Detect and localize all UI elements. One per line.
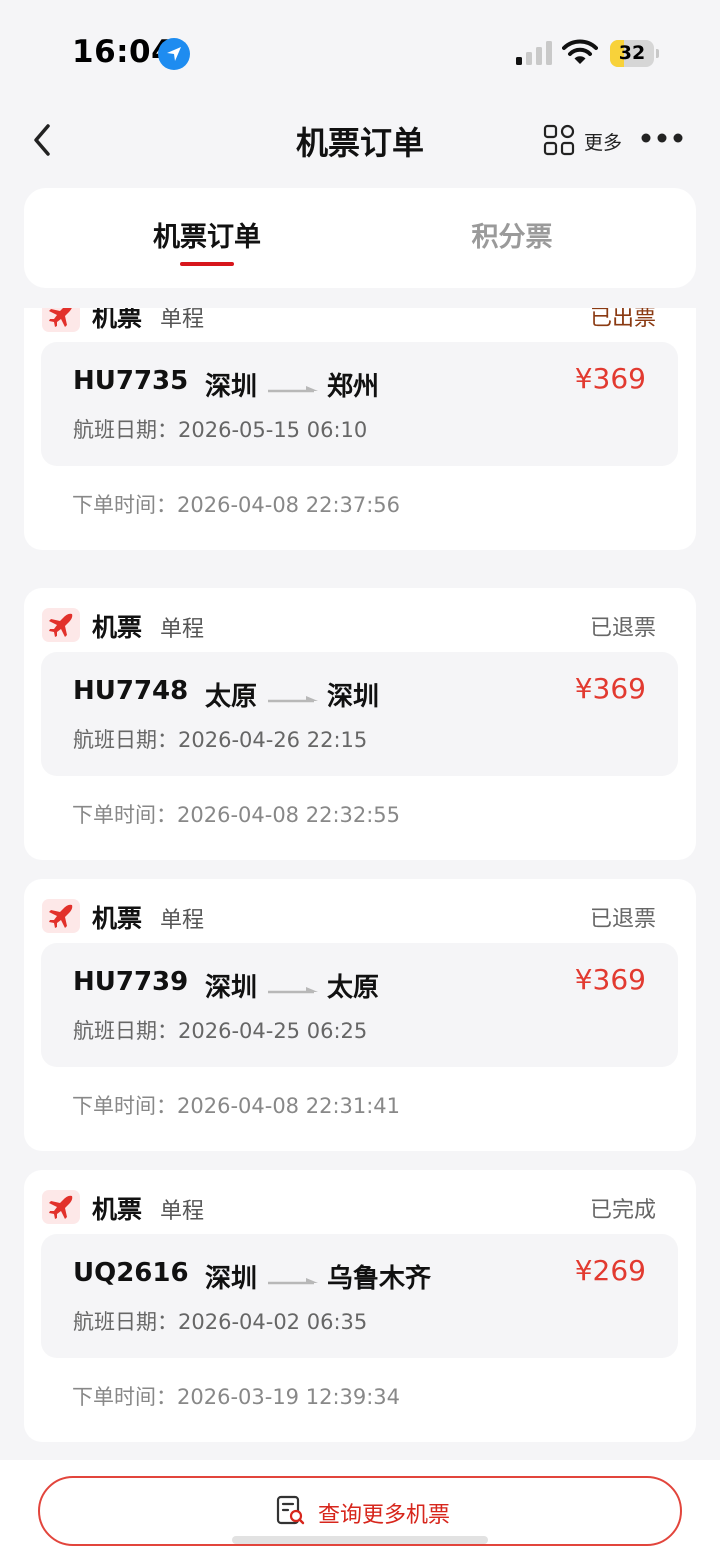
ellipsis-icon[interactable] [640,130,684,150]
flight-number: HU7735 [73,366,189,396]
order-type-tabs: 机票订单 积分票 [24,188,696,288]
order-card[interactable]: 机票 单程 已退票 HU7739 深圳 太原 ¥369 航班日期：2026-04-25 06:… [24,879,696,1151]
plane-icon [42,608,80,642]
ticket-type-label: 机票 [92,1195,143,1224]
trip-type-label: 单程 [160,308,205,332]
order-card[interactable]: 机票 单程 已完成 UQ2616 深圳 乌鲁木齐 ¥269 航班日期：2026-04-02 0… [24,1170,696,1442]
battery-percentage: 32 [618,42,646,64]
query-more-tickets-label: 查询更多机票 [318,1503,451,1528]
route-arrow-icon [268,981,320,1000]
order-status: 已退票 [589,907,656,932]
flight-date: 航班日期：2026-04-02 06:35 [73,1310,368,1334]
trip-type-label: 单程 [160,908,205,933]
flight-number: HU7739 [73,967,189,997]
flight-number: HU7748 [73,676,189,706]
plane-icon [42,308,80,332]
flight-date: 航班日期：2026-05-15 06:10 [73,418,368,442]
order-status: 已完成 [589,1198,656,1223]
order-time: 下单时间：2026-04-08 22:37:56 [72,493,401,517]
ticket-price: ¥369 [574,672,646,705]
active-tab-indicator [180,262,234,266]
order-time: 下单时间：2026-04-08 22:31:41 [72,1094,401,1118]
flight-date: 航班日期：2026-04-26 22:15 [73,728,368,752]
bottom-bar: 查询更多机票 [0,1460,720,1560]
nav-bar: 机票订单 更多 [0,104,720,176]
flight-info[interactable]: HU7748 太原 深圳 ¥369 航班日期：2026-04-26 22:15 [41,652,678,776]
battery-icon: 32 [610,40,659,67]
flight-info[interactable]: UQ2616 深圳 乌鲁木齐 ¥269 航班日期：2026-04-02 06:35 [41,1234,678,1358]
order-time: 下单时间：2026-04-08 22:32:55 [72,803,401,827]
order-time: 下单时间：2026-03-19 12:39:34 [72,1385,401,1409]
order-card[interactable]: 机票 单程 已出票 HU7735 深圳 郑州 ¥369 航班日期：2026-05-15 06:… [24,308,696,550]
ticket-type-label: 机票 [92,308,143,332]
ticket-price: ¥369 [574,362,646,395]
tab-points-tickets[interactable]: 积分票 [344,188,680,288]
more-label[interactable]: 更多 [584,128,622,155]
route-arrow-icon [268,1272,320,1291]
trip-type-label: 单程 [160,1199,205,1224]
ticket-type-label: 机票 [92,613,143,642]
arrival-city: 郑州 [327,372,380,402]
flight-info[interactable]: HU7739 深圳 太原 ¥369 航班日期：2026-04-25 06:25 [41,943,678,1067]
departure-city: 深圳 [205,973,258,1003]
flight-number: UQ2616 [73,1258,189,1288]
ticket-price: ¥369 [574,963,646,996]
arrival-city: 乌鲁木齐 [327,1264,432,1294]
trip-type-label: 单程 [160,617,205,642]
order-card[interactable]: 机票 单程 已退票 HU7748 太原 深圳 ¥369 航班日期：2026-04-26 22:… [24,588,696,860]
plane-icon [42,1190,80,1224]
route-arrow-icon [268,380,320,399]
home-indicator [232,1536,488,1544]
plane-icon [42,899,80,933]
tab-flight-orders[interactable]: 机票订单 [39,188,375,288]
arrival-city: 太原 [327,973,380,1003]
search-document-icon [276,1495,306,1531]
page: 16:04 32 机票订单 更多 机票订单 积分票 机票 单程 已出票 HU77… [0,0,720,1560]
wifi-icon [562,38,598,70]
order-status: 已退票 [589,616,656,641]
flight-info[interactable]: HU7735 深圳 郑州 ¥369 航班日期：2026-05-15 06:10 [41,342,678,466]
route-arrow-icon [268,690,320,709]
ticket-price: ¥269 [574,1254,646,1287]
flight-date: 航班日期：2026-04-25 06:25 [73,1019,368,1043]
grid-more-icon[interactable] [543,124,575,160]
departure-city: 太原 [205,682,258,712]
ticket-type-label: 机票 [92,904,143,933]
order-list[interactable]: 机票 单程 已出票 HU7735 深圳 郑州 ¥369 航班日期：2026-05-15 06:… [24,308,696,1458]
arrival-city: 深圳 [327,682,380,712]
order-status: 已出票 [589,308,656,331]
departure-city: 深圳 [205,372,258,402]
status-bar: 16:04 32 [0,0,720,104]
signal-bars-icon [516,41,552,69]
location-arrow-icon [158,38,190,70]
departure-city: 深圳 [205,1264,258,1294]
